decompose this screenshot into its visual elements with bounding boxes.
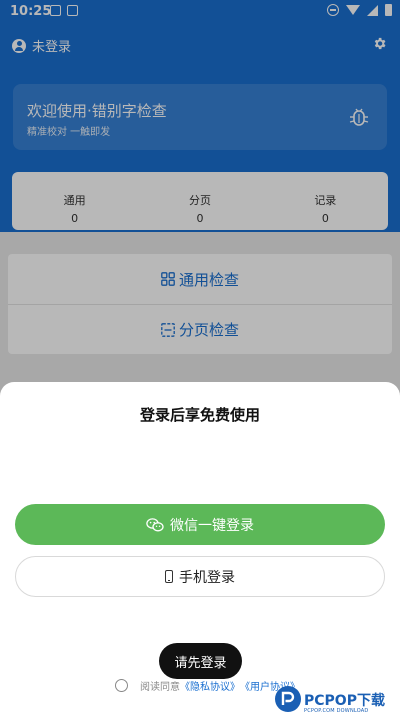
agreement-prefix: 阅读同意 bbox=[140, 682, 180, 693]
agreement-checkbox[interactable] bbox=[115, 679, 128, 692]
agreement-row: 阅读同意 《隐私协议》 《用户协议》 bbox=[115, 678, 300, 693]
watermark-sub: PCPOP.COM DOWNLOAD bbox=[304, 708, 369, 714]
pcpop-watermark: PCPOP下载 PCPOP.COM DOWNLOAD bbox=[274, 683, 400, 720]
privacy-policy-link[interactable]: 《隐私协议》 bbox=[180, 678, 240, 693]
login-sheet: 登录后享免费使用 微信一键登录 手机登录 请先登录 阅读同意 《隐私协议》 《用… bbox=[0, 382, 400, 720]
phone-icon bbox=[165, 570, 173, 583]
wechat-login-button[interactable]: 微信一键登录 bbox=[15, 504, 385, 545]
phone-login-button[interactable]: 手机登录 bbox=[15, 556, 385, 597]
pcpop-logo-icon bbox=[275, 686, 301, 712]
login-required-toast: 请先登录 bbox=[159, 643, 242, 679]
phone-login-label: 手机登录 bbox=[179, 569, 235, 586]
watermark-brand: PCPOP下载 bbox=[304, 693, 385, 709]
wechat-icon bbox=[146, 517, 164, 531]
sheet-title: 登录后享免费使用 bbox=[139, 406, 260, 424]
wechat-login-label: 微信一键登录 bbox=[170, 517, 254, 534]
